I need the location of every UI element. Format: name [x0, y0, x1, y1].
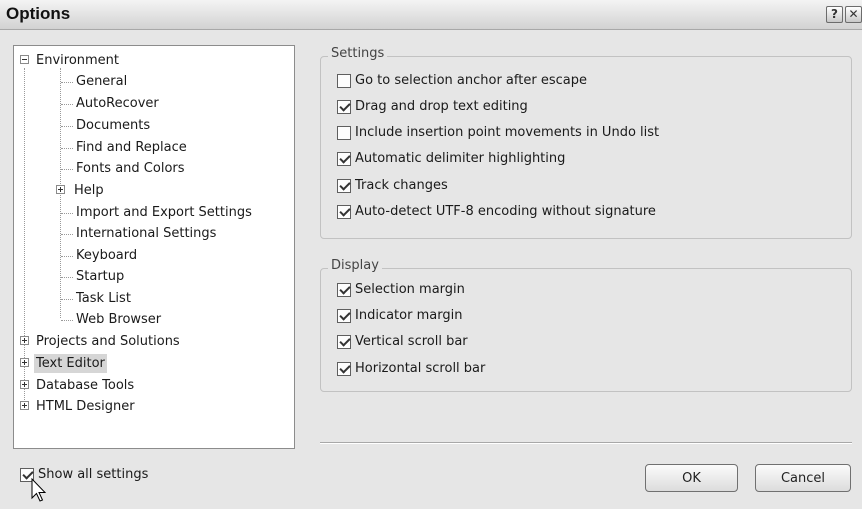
tree-item-task-list[interactable]: Task List — [74, 289, 133, 308]
tree-connector — [61, 234, 73, 235]
checkbox[interactable] — [337, 126, 351, 140]
collapse-icon[interactable] — [20, 55, 29, 64]
tree-connector — [61, 169, 73, 170]
window-title: Options — [6, 4, 71, 23]
help-button[interactable]: ? — [826, 6, 843, 23]
tree-connector — [61, 299, 73, 300]
display-group-title: Display — [328, 258, 382, 273]
checkbox[interactable] — [337, 205, 351, 219]
checkbox[interactable] — [337, 152, 351, 166]
tree-item-documents[interactable]: Documents — [74, 116, 152, 135]
tree-item-startup[interactable]: Startup — [74, 267, 126, 286]
tree-connector — [61, 213, 73, 214]
tree-guide-line — [24, 68, 25, 408]
tree-connector — [61, 82, 73, 83]
tree-connector — [61, 126, 73, 127]
expand-icon[interactable] — [56, 185, 65, 194]
tree-item-general[interactable]: General — [74, 72, 129, 91]
tree-connector — [61, 148, 73, 149]
tree-item-find-and-replace[interactable]: Find and Replace — [74, 138, 189, 157]
checkbox[interactable] — [337, 179, 351, 193]
checkbox[interactable] — [337, 283, 351, 297]
options-tree[interactable]: Environment General AutoRecover Document… — [13, 45, 295, 449]
tree-item-import-export[interactable]: Import and Export Settings — [74, 203, 254, 222]
expand-icon[interactable] — [20, 358, 29, 367]
checkbox[interactable] — [337, 309, 351, 323]
tree-item-keyboard[interactable]: Keyboard — [74, 246, 139, 265]
checkbox[interactable] — [337, 335, 351, 349]
mouse-cursor-icon — [31, 478, 47, 502]
tree-connector — [61, 320, 73, 321]
tree-item-international[interactable]: International Settings — [74, 224, 218, 243]
checkbox[interactable] — [337, 100, 351, 114]
question-icon: ? — [831, 7, 838, 21]
settings-group-title: Settings — [328, 46, 388, 61]
button-separator — [320, 442, 852, 444]
tree-item-web-browser[interactable]: Web Browser — [74, 310, 163, 329]
tree-connector — [61, 104, 73, 105]
expand-icon[interactable] — [20, 380, 29, 389]
title-bar[interactable]: Options ? ✕ — [0, 0, 862, 30]
tree-item-autorecover[interactable]: AutoRecover — [74, 94, 161, 113]
checkbox[interactable] — [337, 74, 351, 88]
tree-connector — [61, 277, 73, 278]
expand-icon[interactable] — [20, 401, 29, 410]
tree-connector — [61, 256, 73, 257]
close-button[interactable]: ✕ — [845, 6, 862, 23]
tree-item-fonts-and-colors[interactable]: Fonts and Colors — [74, 159, 187, 178]
checkbox[interactable] — [337, 362, 351, 376]
close-icon: ✕ — [848, 7, 859, 21]
cancel-button[interactable]: Cancel — [755, 464, 851, 492]
expand-icon[interactable] — [20, 336, 29, 345]
ok-button[interactable]: OK — [645, 464, 738, 492]
